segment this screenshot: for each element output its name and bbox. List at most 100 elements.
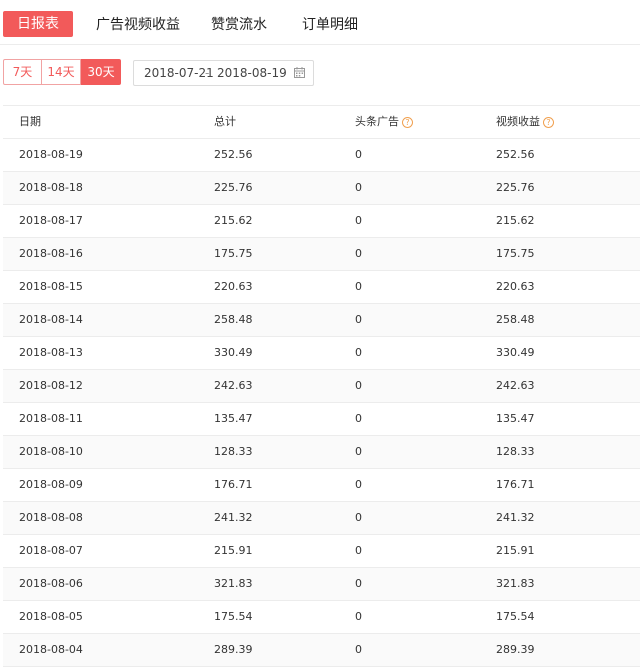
cell-headline-ads: 0 [355,643,362,656]
cell-date: 2018-08-09 [19,478,83,491]
cell-total: 225.76 [214,181,253,194]
header-headline-ads: 头条广告? [355,106,413,138]
range-30-days-button[interactable]: 30天 [81,59,121,85]
cell-headline-ads: 0 [355,544,362,557]
range-selector: 7天 14天 30天 [3,59,121,85]
cell-headline-ads: 0 [355,148,362,161]
header-total: 总计 [214,115,236,128]
cell-date: 2018-08-08 [19,511,83,524]
cell-total: 215.91 [214,544,253,557]
cell-video-income: 128.33 [496,445,535,458]
cell-video-income: 258.48 [496,313,535,326]
cell-date: 2018-08-04 [19,643,83,656]
table-row: 2018-08-08 241.32 0 241.32 [3,502,640,535]
cell-headline-ads: 0 [355,214,362,227]
table-row: 2018-08-16 175.75 0 175.75 [3,238,640,271]
cell-video-income: 330.49 [496,346,535,359]
cell-date: 2018-08-15 [19,280,83,293]
table-row: 2018-08-05 175.54 0 175.54 [3,601,640,634]
cell-total: 175.54 [214,610,253,623]
date-end: 2018-08-19 [217,66,287,80]
tab-ad-video-income[interactable]: 广告视频收益 [96,12,180,38]
cell-total: 252.56 [214,148,253,161]
cell-video-income: 176.71 [496,478,535,491]
cell-video-income: 215.91 [496,544,535,557]
help-icon[interactable]: ? [543,116,554,128]
daily-report-table: 日期 总计 头条广告? 视频收益? 2018-08-19 252.56 0 252.5… [3,105,640,667]
tab-order-details[interactable]: 订单明细 [302,12,358,38]
cell-total: 175.75 [214,247,253,260]
cell-headline-ads: 0 [355,412,362,425]
cell-total: 135.47 [214,412,253,425]
cell-headline-ads: 0 [355,445,362,458]
cell-date: 2018-08-12 [19,379,83,392]
table-row: 2018-08-12 242.63 0 242.63 [3,370,640,403]
table-header: 日期 总计 头条广告? 视频收益? [3,105,640,139]
cell-headline-ads: 0 [355,379,362,392]
date-start: 2018-07-21 [144,66,214,80]
cell-headline-ads: 0 [355,610,362,623]
tab-tips-flow[interactable]: 赞赏流水 [211,12,267,38]
cell-date: 2018-08-18 [19,181,83,194]
cell-total: 258.48 [214,313,253,326]
cell-date: 2018-08-06 [19,577,83,590]
cell-video-income: 175.54 [496,610,535,623]
cell-headline-ads: 0 [355,313,362,326]
cell-video-income: 252.56 [496,148,535,161]
cell-total: 220.63 [214,280,253,293]
cell-total: 128.33 [214,445,253,458]
cell-headline-ads: 0 [355,577,362,590]
cell-total: 289.39 [214,643,253,656]
cell-date: 2018-08-14 [19,313,83,326]
table-row: 2018-08-17 215.62 0 215.62 [3,205,640,238]
cell-date: 2018-08-07 [19,544,83,557]
cell-headline-ads: 0 [355,511,362,524]
table-row: 2018-08-06 321.83 0 321.83 [3,568,640,601]
header-video-income: 视频收益? [496,106,554,138]
cell-video-income: 241.32 [496,511,535,524]
header-headline-ads-label: 头条广告 [355,115,399,128]
cell-headline-ads: 0 [355,181,362,194]
cell-date: 2018-08-10 [19,445,83,458]
cell-headline-ads: 0 [355,247,362,260]
table-row: 2018-08-18 225.76 0 225.76 [3,172,640,205]
cell-video-income: 289.39 [496,643,535,656]
table-row: 2018-08-07 215.91 0 215.91 [3,535,640,568]
cell-headline-ads: 0 [355,478,362,491]
table-row: 2018-08-09 176.71 0 176.71 [3,469,640,502]
cell-date: 2018-08-05 [19,610,83,623]
table-row: 2018-08-19 252.56 0 252.56 [3,139,640,172]
cell-date: 2018-08-11 [19,412,83,425]
cell-video-income: 321.83 [496,577,535,590]
cell-headline-ads: 0 [355,346,362,359]
table-row: 2018-08-11 135.47 0 135.47 [3,403,640,436]
table-row: 2018-08-04 289.39 0 289.39 [3,634,640,667]
cell-total: 215.62 [214,214,253,227]
range-14-days-button[interactable]: 14天 [42,59,81,85]
cell-video-income: 225.76 [496,181,535,194]
range-7-days-button[interactable]: 7天 [3,59,42,85]
header-video-income-label: 视频收益 [496,115,540,128]
cell-total: 321.83 [214,577,253,590]
cell-video-income: 220.63 [496,280,535,293]
help-icon[interactable]: ? [402,116,413,128]
cell-headline-ads: 0 [355,280,362,293]
cell-date: 2018-08-17 [19,214,83,227]
cell-date: 2018-08-19 [19,148,83,161]
cell-total: 330.49 [214,346,253,359]
cell-date: 2018-08-13 [19,346,83,359]
tab-daily-report[interactable]: 日报表 [3,11,73,37]
date-range-picker[interactable]: 2018-07-21 - 2018-08-19 [133,60,314,86]
top-tabs: 日报表 广告视频收益 赞赏流水 订单明细 [0,0,640,45]
table-row: 2018-08-10 128.33 0 128.33 [3,436,640,469]
cell-total: 241.32 [214,511,253,524]
table-row: 2018-08-15 220.63 0 220.63 [3,271,640,304]
table-row: 2018-08-14 258.48 0 258.48 [3,304,640,337]
cell-total: 176.71 [214,478,253,491]
table-row: 2018-08-13 330.49 0 330.49 [3,337,640,370]
cell-video-income: 242.63 [496,379,535,392]
cell-video-income: 135.47 [496,412,535,425]
cell-video-income: 215.62 [496,214,535,227]
cell-total: 242.63 [214,379,253,392]
cell-date: 2018-08-16 [19,247,83,260]
